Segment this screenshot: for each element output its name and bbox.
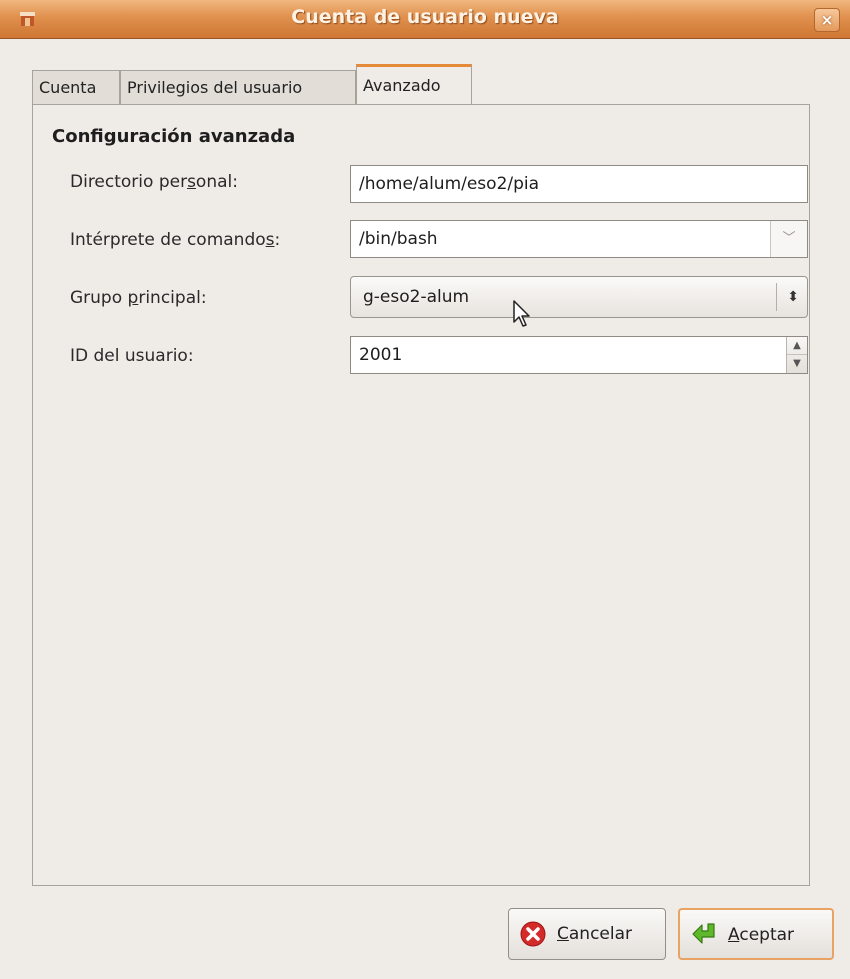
group-select[interactable]: g-eso2-alum ⬍ xyxy=(350,276,808,318)
accept-icon xyxy=(692,923,715,944)
home-dir-label: Directorio personal: xyxy=(70,172,238,192)
group-value: g-eso2-alum xyxy=(363,287,470,307)
tab-label: Privilegios del usuario xyxy=(127,78,303,97)
section-title: Configuración avanzada xyxy=(52,126,296,147)
combo-separator xyxy=(776,283,777,311)
close-button[interactable]: × xyxy=(814,8,840,32)
accept-label: Aceptar xyxy=(728,925,795,945)
spin-up-icon[interactable]: ▲ xyxy=(787,337,807,355)
tab-cuenta[interactable]: Cuenta xyxy=(32,70,120,104)
accept-button[interactable]: Aceptar xyxy=(678,908,834,960)
updown-arrows-icon: ⬍ xyxy=(787,289,799,305)
shell-combo[interactable]: /bin/bash ﹀ xyxy=(350,220,808,258)
tab-privilegios[interactable]: Privilegios del usuario xyxy=(120,70,356,104)
shell-value: /bin/bash xyxy=(359,229,438,249)
chevron-down-icon[interactable]: ﹀ xyxy=(770,221,807,257)
window-title: Cuenta de usuario nueva xyxy=(291,6,559,28)
tab-label: Avanzado xyxy=(363,76,441,95)
home-dir-input[interactable]: /home/alum/eso2/pia xyxy=(350,165,808,203)
shell-label: Intérprete de comandos: xyxy=(70,230,281,250)
user-id-label: ID del usuario: xyxy=(70,346,194,366)
mouse-cursor-icon xyxy=(513,300,530,327)
cancel-button[interactable]: Cancelar xyxy=(508,908,666,960)
close-icon: × xyxy=(820,11,834,29)
user-id-value: 2001 xyxy=(359,345,403,365)
cancel-icon xyxy=(520,921,546,947)
cancel-label: Cancelar xyxy=(557,924,633,944)
spin-buttons[interactable]: ▲ ▼ xyxy=(786,337,807,373)
title-bar[interactable]: Cuenta de usuario nueva × xyxy=(0,0,850,39)
group-label: Grupo principal: xyxy=(70,288,207,308)
tab-avanzado[interactable]: Avanzado xyxy=(356,64,472,104)
spin-down-icon[interactable]: ▼ xyxy=(787,355,807,373)
user-id-spinbutton[interactable]: 2001 ▲ ▼ xyxy=(350,336,808,374)
home-dir-value: /home/alum/eso2/pia xyxy=(359,174,540,194)
tab-label: Cuenta xyxy=(39,78,97,97)
